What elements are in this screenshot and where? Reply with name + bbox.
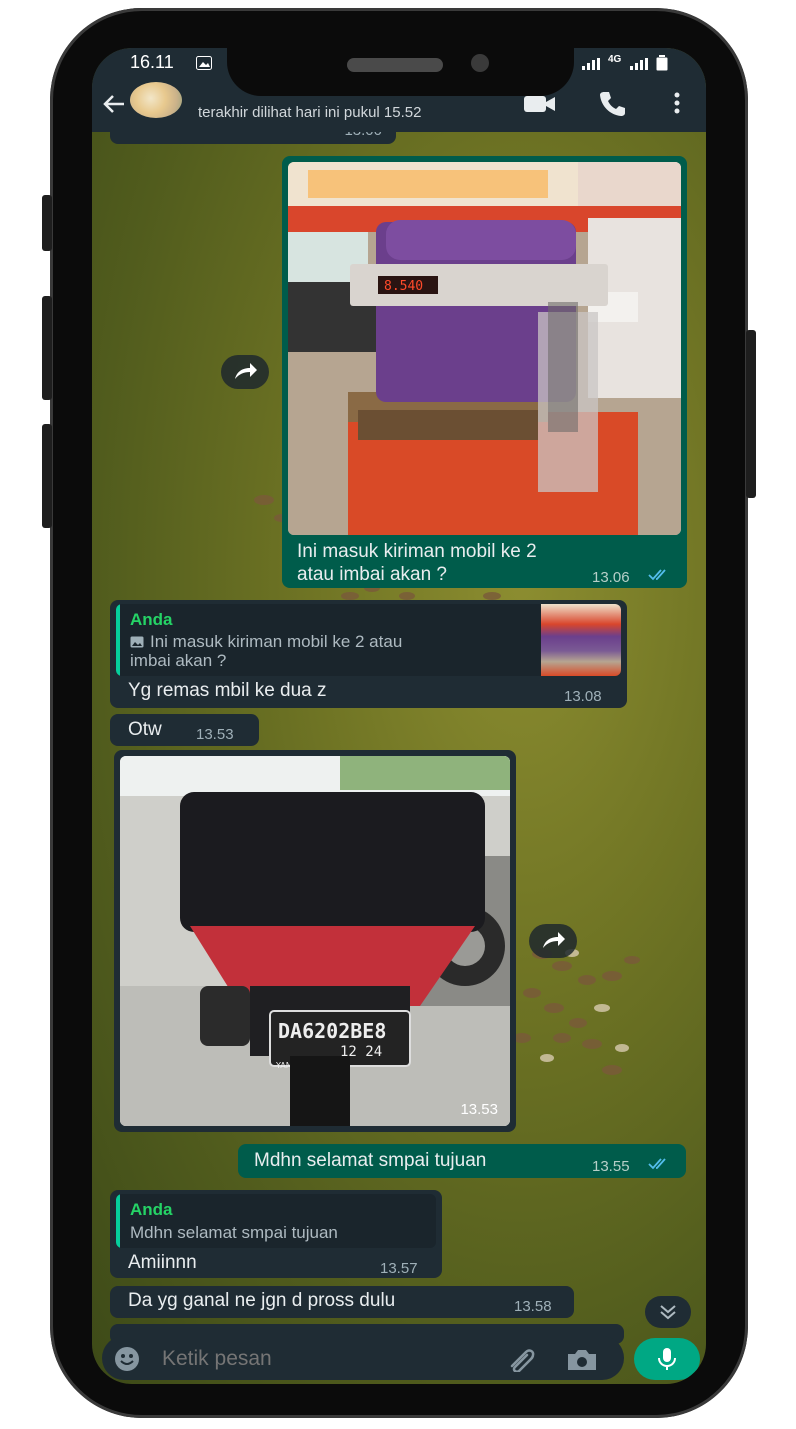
outgoing-photo-bubble[interactable]: 8.540 Ini masuk kiriman mobil ke 2 atau … <box>282 156 687 588</box>
parcel-photo[interactable]: 8.540 <box>288 162 681 535</box>
signal-icon-2 <box>630 58 648 70</box>
forward-button[interactable] <box>221 355 269 389</box>
double-check-icon <box>648 1158 666 1170</box>
message-text: Yg remas mbil ke dua z <box>128 680 327 701</box>
message-time: 13.58 <box>514 1298 552 1315</box>
photo-caption: Ini masuk kiriman mobil ke 2 atau imbai … <box>297 540 537 586</box>
quoted-thumbnail <box>541 604 621 676</box>
parcel-on-scale-image: 8.540 <box>288 162 681 535</box>
more-vert-icon[interactable] <box>674 92 680 114</box>
message-text: Amiinnn <box>128 1252 197 1273</box>
quoted-line-2: imbai akan ? <box>130 651 227 670</box>
scroll-down-icon <box>660 1305 676 1320</box>
incoming-photo-bubble[interactable]: DA6202BE8 12 24 YAMAHA 13.53 <box>114 750 516 1132</box>
message-text: Mdhn selamat smpai tujuan <box>254 1150 487 1171</box>
emoji-icon[interactable] <box>114 1346 140 1372</box>
back-arrow-icon[interactable] <box>102 94 126 114</box>
signal-icon-1 <box>582 58 600 70</box>
quoted-message[interactable]: Anda Ini masuk kiriman mobil ke 2 atau i… <box>116 604 621 676</box>
scroll-down-button[interactable] <box>645 1296 691 1328</box>
caption-line-2: atau imbai akan ? <box>297 564 447 585</box>
notch <box>227 44 574 96</box>
caption-line-1: Ini masuk kiriman mobil ke 2 <box>297 541 537 562</box>
incoming-reply-bubble[interactable]: Anda Ini masuk kiriman mobil ke 2 atau i… <box>110 600 627 708</box>
video-call-icon[interactable] <box>524 94 556 114</box>
message-time: 13.06 <box>592 569 630 586</box>
message-time: 13.53 <box>196 726 234 743</box>
volume-up-button <box>42 296 52 400</box>
avatar[interactable] <box>130 82 182 118</box>
message-input-bar <box>102 1336 624 1380</box>
message-time: 13.08 <box>564 688 602 705</box>
quoted-author: Anda <box>130 610 173 629</box>
plate-number: DA6202BE8 <box>278 1019 386 1043</box>
motorcycle-image: DA6202BE8 12 24 YAMAHA <box>120 756 510 1126</box>
quoted-line-1: Ini masuk kiriman mobil ke 2 atau <box>150 632 403 651</box>
scale-display-text: 8.540 <box>384 279 423 294</box>
motorcycle-photo[interactable]: DA6202BE8 12 24 YAMAHA 13.53 <box>120 756 510 1126</box>
quote-bar <box>116 604 120 676</box>
power-button <box>746 330 756 498</box>
incoming-reply-bubble[interactable]: Anda Mdhn selamat smpai tujuan Amiinnn 1… <box>110 1190 442 1278</box>
status-time: 16.11 <box>130 52 174 72</box>
last-seen-status[interactable]: terakhir dilihat hari ini pukul 15.52 <box>198 104 421 121</box>
double-check-icon <box>648 569 666 581</box>
forward-icon <box>235 363 257 379</box>
quote-bar <box>116 1194 120 1248</box>
screen: 16.11 4G terakhir dilihat hari ini pukul… <box>92 48 706 1384</box>
message-input[interactable] <box>160 1342 484 1376</box>
quoted-text: Mdhn selamat smpai tujuan <box>130 1223 338 1242</box>
quoted-author: Anda <box>130 1200 173 1219</box>
forward-icon <box>543 932 565 948</box>
battery-icon <box>656 55 668 71</box>
message-text: Da yg ganal ne jgn d pross dulu <box>128 1290 396 1311</box>
speaker <box>347 58 443 72</box>
phone-icon[interactable] <box>598 90 626 116</box>
attach-icon[interactable] <box>506 1346 538 1372</box>
quoted-message[interactable]: Anda Mdhn selamat smpai tujuan <box>116 1194 436 1248</box>
incoming-text-bubble[interactable]: Da yg ganal ne jgn d pross dulu 13.58 <box>110 1286 574 1318</box>
message-time: 13.55 <box>592 1158 630 1175</box>
outgoing-text-bubble[interactable]: Mdhn selamat smpai tujuan 13.55 <box>238 1144 686 1178</box>
forward-button[interactable] <box>529 924 577 958</box>
front-camera <box>471 54 489 72</box>
network-type: 4G <box>608 54 622 65</box>
camera-icon[interactable] <box>566 1348 598 1372</box>
side-button <box>42 195 52 251</box>
mic-icon <box>658 1348 676 1370</box>
voice-record-button[interactable] <box>634 1338 700 1380</box>
incoming-text-bubble[interactable]: Otw 13.53 <box>110 714 259 746</box>
photo-time: 13.53 <box>460 1101 498 1118</box>
message-time: 13.57 <box>380 1260 418 1277</box>
quoted-text: Ini masuk kiriman mobil ke 2 atau imbai … <box>130 632 402 670</box>
message-text: Otw <box>128 719 162 740</box>
volume-down-button <box>42 424 52 528</box>
gallery-notification-icon <box>196 56 212 70</box>
